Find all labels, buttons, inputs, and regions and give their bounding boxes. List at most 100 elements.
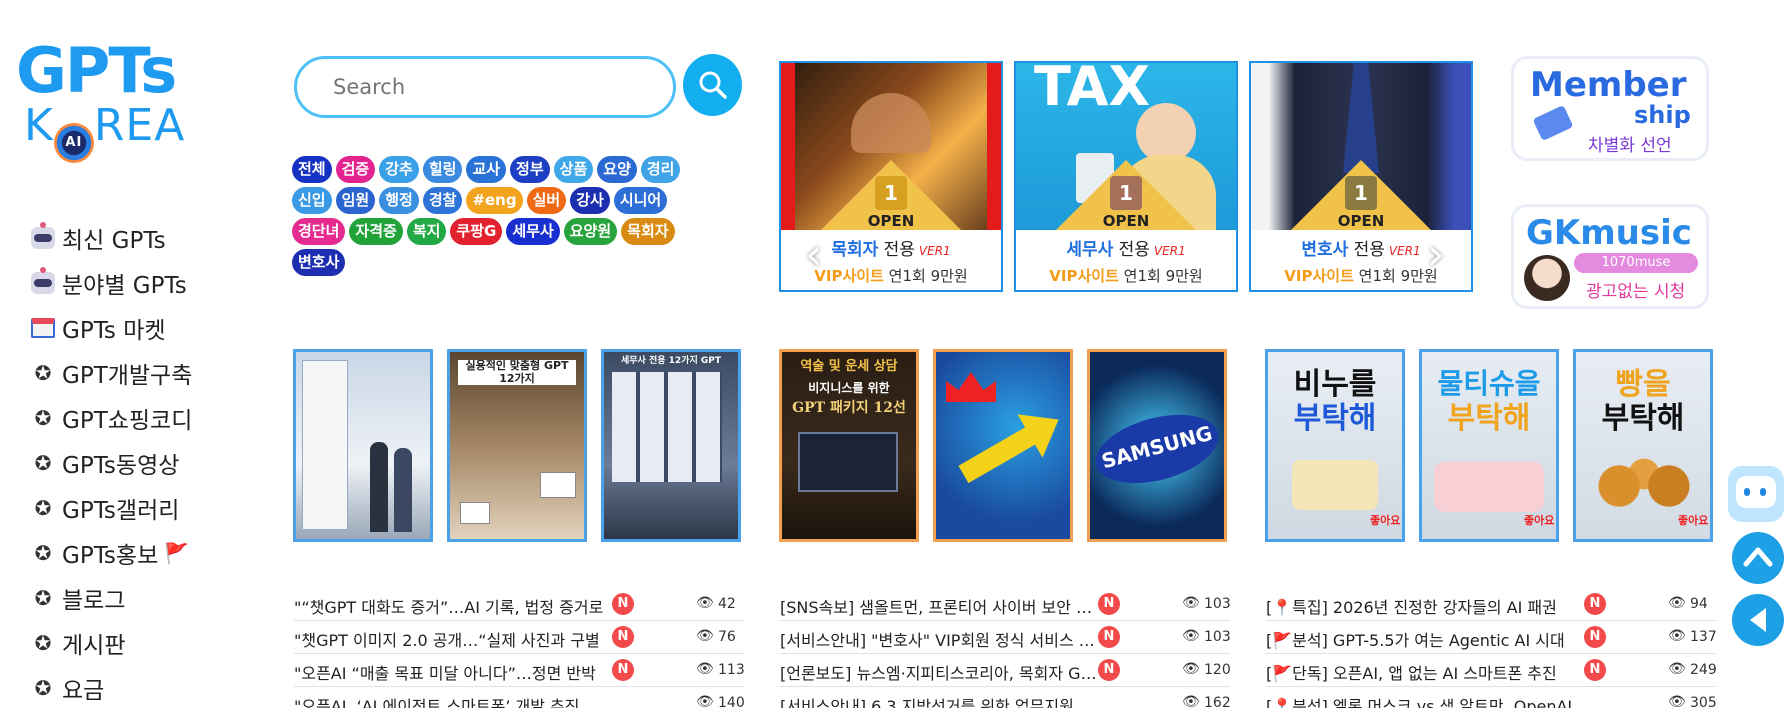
category-tag[interactable]: 경단녀 [292,218,346,245]
scroll-top-button[interactable] [1732,532,1784,584]
rank-badge: 1 [1345,176,1377,210]
news-row[interactable]: "“챗GPT 대화도 증거”…AI 기록, 법정 증거로 N 👁 42 [294,588,744,621]
sidebar-item[interactable]: ✪ 요금 [30,665,192,708]
category-tag[interactable]: 검증 [335,156,376,183]
category-tag[interactable]: 복지 [406,218,447,245]
category-tag[interactable]: 행정 [379,187,419,214]
sidebar-item[interactable]: 최신 GPTs [30,215,192,260]
ai-globe-icon: AI [53,123,94,163]
new-badge: N [612,626,634,648]
news-row[interactable]: [🚩단독] 오픈AI, 앱 없는 AI 스마트폰 추진 N 👁 249 [1266,654,1717,687]
banner-image: 1 OPEN [781,63,1001,230]
eye-icon: 👁 [696,694,714,708]
category-tag[interactable]: 쿠팡G [450,218,503,245]
new-badge: N [1584,626,1606,648]
news-row[interactable]: "챗GPT 이미지 2.0 공개…“실제 사진과 구별 N 👁 76 [294,621,744,654]
news-row[interactable]: [언론보도] 뉴스엠·지피티스코리아, 목회자 GPT N 👁 120 [780,654,1231,687]
category-tag[interactable]: 전체 [292,156,332,183]
sidebar-item[interactable]: GPTs 마켓 [30,305,192,350]
eye-icon: 👁 [696,595,714,611]
category-tag[interactable]: 요양원 [563,218,618,245]
open-label: OPEN [1102,212,1150,230]
new-badge: N [612,659,634,681]
sidebar-nav: 최신 GPTs 분야별 GPTs GPTs 마켓 ✪ GPT개발구축 ✪ GPT쇼핑코디 ✪ G… [30,215,192,708]
news-row[interactable]: [SNS속보] 샘올트먼, 프론티어 사이버 보안 모델 N 👁 103 [780,588,1231,621]
sidebar-item[interactable]: ✪ 블로그 [30,575,192,620]
news-row[interactable]: [📍분석] 엘론 머스크 vs 샘 알트만, OpenAI 👁 305 [1266,687,1717,708]
banner-tax[interactable]: TAX 1 OPEN 세무사 전용 VER1 VIP사이트 연1회 9만원 [1014,61,1238,292]
category-tag[interactable]: 목회자 [621,218,675,245]
membership-banner[interactable]: Member ship 차별화 선언 [1511,56,1709,161]
banner-image: 1 OPEN [1251,63,1471,230]
news-list-feature: [📍특집] 2026년 진정한 강자들의 AI 패권 N 👁 94 [🚩분석] GPT-… [1266,588,1717,708]
thumbnail-card[interactable]: SAMSUNG [1087,349,1227,542]
news-row[interactable]: "오픈AI, ‘AI 에이전트 스마트폰’ 개발 추진… 👁 140 [294,687,745,708]
thumbnail-card[interactable]: 실용적인 맞춤형 GPT 12가지 [447,349,587,542]
carousel-next-button[interactable]: › [1427,233,1445,277]
sidebar-item[interactable]: ✪ GPTs동영상 [30,440,192,485]
sidebar-item[interactable]: ✪ GPT쇼핑코디 [30,395,193,440]
gkmusic-pill: 1070muse [1574,253,1698,273]
star-circle-icon: ✪ [34,360,52,385]
category-tag[interactable]: 요양 [597,156,637,183]
view-count: 76 [718,629,736,645]
star-circle-icon: ✪ [34,405,52,430]
category-tag[interactable]: 강추 [379,156,419,183]
category-tag[interactable]: 임원 [335,187,376,214]
sidebar-item[interactable]: ✪ GPTs갤러리 [30,485,192,530]
thumbnail-caption: 물티슈을 [1437,367,1541,400]
sidebar-item-label: GPT쇼핑코디 [62,407,193,434]
thumbnail-card[interactable]: 비누를 부탁해 좋아요 [1265,349,1405,542]
banner-pastor[interactable]: 1 OPEN 목회자 전용 VER1 VIP사이트 연1회 9만원 ‹ [779,61,1003,292]
category-tag[interactable]: 실버 [526,187,567,214]
new-badge: N [612,593,634,615]
sidebar-item[interactable]: 분야별 GPTs [30,260,192,305]
category-tag[interactable]: 정부 [510,156,550,183]
news-row[interactable]: [📍특집] 2026년 진정한 강자들의 AI 패권 N 👁 94 [1266,588,1716,621]
news-row[interactable]: [🚩분석] GPT-5.5가 여는 Agentic AI 시대 N 👁 137 [1266,621,1717,654]
news-row[interactable]: "오픈AI “매출 목표 미달 아니다”…정면 반박 N 👁 113 [294,654,745,687]
site-logo[interactable]: GPTs K AI REA [16,34,206,163]
category-tag[interactable]: 힐링 [422,156,463,183]
category-tag[interactable]: 시니어 [613,187,668,214]
category-tag[interactable]: 경찰 [422,187,463,214]
category-tags: 전체 검증 강추 힐링 교사 정부 상품 요양 경리신입 임원 행정 경찰 #eng 실버 강사 시니어경단녀… [292,156,722,276]
version-label: VER1 [1153,244,1186,258]
news-title: [📍분석] 엘론 머스크 vs 샘 알트만, OpenAI [1266,697,1573,708]
search-input[interactable] [294,56,676,118]
category-tag[interactable]: 상품 [553,156,594,183]
category-tag[interactable]: 자격증 [349,218,403,245]
carousel-prev-button[interactable]: ‹ [805,233,823,277]
banner-lawyer[interactable]: 1 OPEN 변호사 전용 VER1 VIP사이트 연1회 9만원 › [1249,61,1473,292]
category-tag[interactable]: 변호사 [292,249,346,276]
thumbnail-card[interactable]: 빵을 부탁해 좋아요 [1573,349,1713,542]
sidebar-item-label: 블로그 [62,587,126,614]
category-tag[interactable]: 강사 [570,187,610,214]
sidebar-item[interactable]: ✪ 게시판 [30,620,192,665]
sticker-label: 좋아요 [1524,514,1555,527]
category-tag[interactable]: 세무사 [506,218,560,245]
thumbnail-card[interactable]: 물티슈을 부탁해 좋아요 [1419,349,1559,542]
news-row[interactable]: [서비스안내] 6.3 지방선거를 위한 업무지원 GPT 👁 162 [780,687,1231,708]
category-tag[interactable]: 신입 [292,187,332,214]
logo-text-gpts: GPTs [16,34,177,107]
back-button[interactable] [1732,594,1784,646]
chatbot-button[interactable] [1728,466,1784,522]
category-tag[interactable]: #eng [466,187,523,214]
category-tag[interactable]: 경리 [640,156,681,183]
sidebar-item[interactable]: ✪ GPTs홍보 🚩 [30,530,192,575]
thumbnail-card[interactable] [293,349,433,542]
category-tag[interactable]: 교사 [466,156,507,183]
rank-badge: 1 [1110,176,1142,210]
eye-icon: 👁 [696,628,714,644]
view-count: 305 [1690,695,1717,708]
thumbnail-card[interactable] [933,349,1073,542]
rank-badge: 1 [875,176,907,210]
sticker-label: 좋아요 [1678,514,1709,527]
thumbnail-card[interactable]: 세무사 전용 12가지 GPT [601,349,741,542]
search-button[interactable] [683,54,742,116]
news-row[interactable]: [서비스안내] "변호사" VIP회원 정식 서비스 오픈 N 👁 103 [780,621,1231,654]
gkmusic-banner[interactable]: GKmusic 1070muse 광고없는 시청 [1511,204,1709,309]
sidebar-item[interactable]: ✪ GPT개발구축 [30,350,193,395]
thumbnail-card[interactable]: 역술 및 운세 상담 비지니스를 위한 GPT 패키지 12선 [779,349,919,542]
